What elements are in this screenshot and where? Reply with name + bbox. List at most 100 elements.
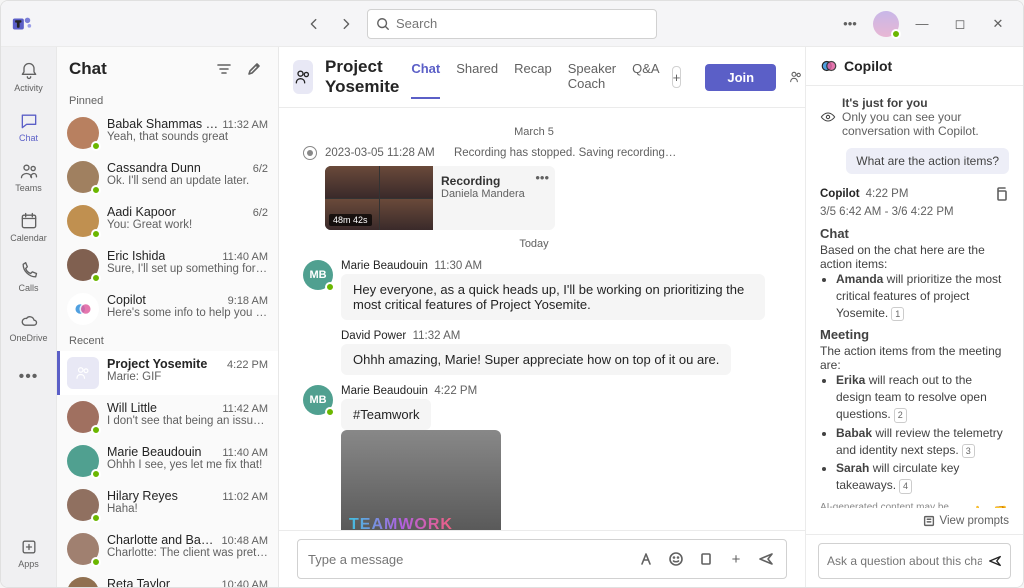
chat-avatar: [67, 293, 99, 325]
conversation-panel: Project Yosemite Chat Shared Recap Speak…: [279, 47, 805, 587]
chat-item-name: Hilary Reyes: [107, 489, 178, 503]
send-icon[interactable]: [988, 553, 1002, 569]
chat-list-item[interactable]: Reta Taylor10:40 AMAh, ok I understand n…: [57, 571, 278, 587]
rail-more[interactable]: •••: [5, 353, 53, 401]
emoji-icon[interactable]: [666, 549, 686, 569]
compose-box[interactable]: +: [297, 539, 787, 579]
rail-activity[interactable]: Activity: [5, 53, 53, 101]
chat-list-item[interactable]: Cassandra Dunn6/2Ok. I'll send an update…: [57, 155, 278, 199]
recording-author: Daniela Mandera: [441, 188, 525, 200]
date-separator: Today: [303, 238, 765, 250]
recent-section-label: Recent: [57, 331, 278, 351]
compose-area: +: [279, 530, 805, 587]
gif-attachment[interactable]: TEAMWORK: [341, 430, 501, 530]
copilot-input[interactable]: [827, 554, 982, 568]
chat-list-item[interactable]: Babak Shammas (You)11:32 AMYeah, that so…: [57, 111, 278, 155]
chat-item-time: 11:40 AM: [222, 251, 268, 263]
message-bubble[interactable]: Ohhh amazing, Marie! Super appreciate ho…: [341, 344, 731, 375]
presence-indicator: [891, 29, 901, 39]
message-bubble[interactable]: Hey everyone, as a quick heads up, I'll …: [341, 274, 765, 320]
nav-forward-button[interactable]: [333, 11, 359, 37]
chat-intro-text: Based on the chat here are the action it…: [820, 243, 1009, 271]
chat-item-preview: I don't see that being an issue. Can you…: [107, 415, 268, 427]
nav-back-button[interactable]: [301, 11, 327, 37]
compose-input[interactable]: [308, 552, 626, 567]
maximize-button[interactable]: ◻: [945, 9, 975, 39]
chat-item-preview: Yeah, that sounds great: [107, 131, 268, 143]
message-sender: Marie Beaudouin: [341, 260, 428, 272]
chat-list-item[interactable]: Will Little11:42 AMI don't see that bein…: [57, 395, 278, 439]
close-button[interactable]: ✕: [983, 9, 1013, 39]
view-prompts-button[interactable]: View prompts: [806, 508, 1023, 534]
recording-card[interactable]: 48m 42s RecordingDaniela Mandera •••: [325, 166, 555, 230]
more-button[interactable]: •••: [835, 9, 865, 39]
chat-item-name: Marie Beaudouin: [107, 445, 202, 459]
message-avatar: MB: [303, 385, 333, 415]
svg-text:T: T: [16, 19, 21, 28]
attach-icon[interactable]: [696, 549, 716, 569]
copilot-input-box[interactable]: [818, 543, 1011, 579]
chat-list-item[interactable]: Copilot9:18 AMHere's some info to help y…: [57, 287, 278, 331]
minimize-button[interactable]: ―: [907, 9, 937, 39]
conversation-title: Project Yosemite: [325, 57, 399, 97]
message-bubble[interactable]: #Teamwork: [341, 399, 431, 430]
chat-item-preview: Charlotte: The client was pretty happy w…: [107, 547, 268, 559]
chat-list-item[interactable]: Charlotte and Babak 10:48 AMCharlotte: Th…: [57, 527, 278, 571]
copilot-header: Copilot: [806, 47, 1023, 86]
tab-qa[interactable]: Q&A: [632, 55, 659, 99]
rail-calendar[interactable]: Calendar: [5, 203, 53, 251]
tab-chat[interactable]: Chat: [411, 55, 440, 99]
rail-teams[interactable]: Teams: [5, 153, 53, 201]
meeting-section-heading: Meeting: [820, 327, 1009, 342]
messages-area[interactable]: March 5 2023-03-05 11:28 AM Recording ha…: [279, 108, 805, 530]
recording-title: Recording: [441, 174, 525, 188]
search-box[interactable]: [367, 9, 657, 39]
chat-item-name: Will Little: [107, 401, 157, 415]
chat-item-name: Charlotte and Babak: [107, 533, 218, 547]
copy-icon[interactable]: [993, 186, 1009, 202]
action-item: Babak will review the telemetry and iden…: [836, 425, 1009, 459]
chat-list-item[interactable]: Project Yosemite4:22 PMMarie: GIF: [57, 351, 278, 395]
rail-calls[interactable]: Calls: [5, 253, 53, 301]
action-item: Amanda will prioritize the most critical…: [836, 271, 1009, 321]
pinned-section-label: Pinned: [57, 91, 278, 111]
message-time: 11:30 AM: [434, 260, 482, 272]
prompts-icon: [922, 514, 936, 528]
recording-more-button[interactable]: •••: [535, 170, 549, 185]
rail-onedrive[interactable]: OneDrive: [5, 303, 53, 351]
tab-speaker-coach[interactable]: Speaker Coach: [568, 55, 616, 99]
chat-item-preview: Ohhh I see, yes let me fix that!: [107, 459, 268, 471]
filter-button[interactable]: [212, 57, 236, 81]
search-input[interactable]: [396, 16, 648, 31]
add-tab-button[interactable]: +: [672, 66, 682, 88]
meeting-intro-text: The action items from the meeting are:: [820, 344, 1009, 372]
search-icon: [376, 17, 390, 31]
conversation-avatar: [293, 60, 313, 94]
tab-shared[interactable]: Shared: [456, 55, 498, 99]
action-item: Erika will reach out to the design team …: [836, 372, 1009, 422]
tab-recap[interactable]: Recap: [514, 55, 552, 99]
chat-item-time: 6/2: [253, 163, 268, 175]
chat-list-item[interactable]: Hilary Reyes11:02 AMHaha!: [57, 483, 278, 527]
chat-list-item[interactable]: Eric Ishida11:40 AMSure, I'll set up som…: [57, 243, 278, 287]
chat-list-item[interactable]: Marie Beaudouin11:40 AMOhhh I see, yes l…: [57, 439, 278, 483]
send-icon[interactable]: [756, 549, 776, 569]
suggestion-chip[interactable]: What are the action items?: [846, 148, 1009, 174]
reference-badge[interactable]: 4: [899, 479, 912, 494]
reference-badge[interactable]: 2: [894, 408, 907, 423]
chat-avatar: [67, 161, 99, 193]
rail-chat[interactable]: Chat: [5, 103, 53, 151]
app-rail: Activity Chat Teams Calendar Calls OneDr…: [1, 47, 57, 587]
reference-badge[interactable]: 3: [962, 444, 975, 459]
chat-item-time: 10:48 AM: [222, 535, 268, 547]
add-icon[interactable]: +: [726, 549, 746, 569]
chat-list-item[interactable]: Aadi Kapoor6/2You: Great work!: [57, 199, 278, 243]
chat-list-title: Chat: [69, 59, 206, 79]
chat-item-time: 11:32 AM: [222, 119, 268, 131]
reference-badge[interactable]: 1: [891, 307, 904, 322]
format-icon[interactable]: [636, 549, 656, 569]
join-button[interactable]: Join: [705, 64, 776, 91]
rail-apps[interactable]: Apps: [5, 529, 53, 577]
new-chat-button[interactable]: [242, 57, 266, 81]
current-user-avatar[interactable]: [873, 11, 899, 37]
